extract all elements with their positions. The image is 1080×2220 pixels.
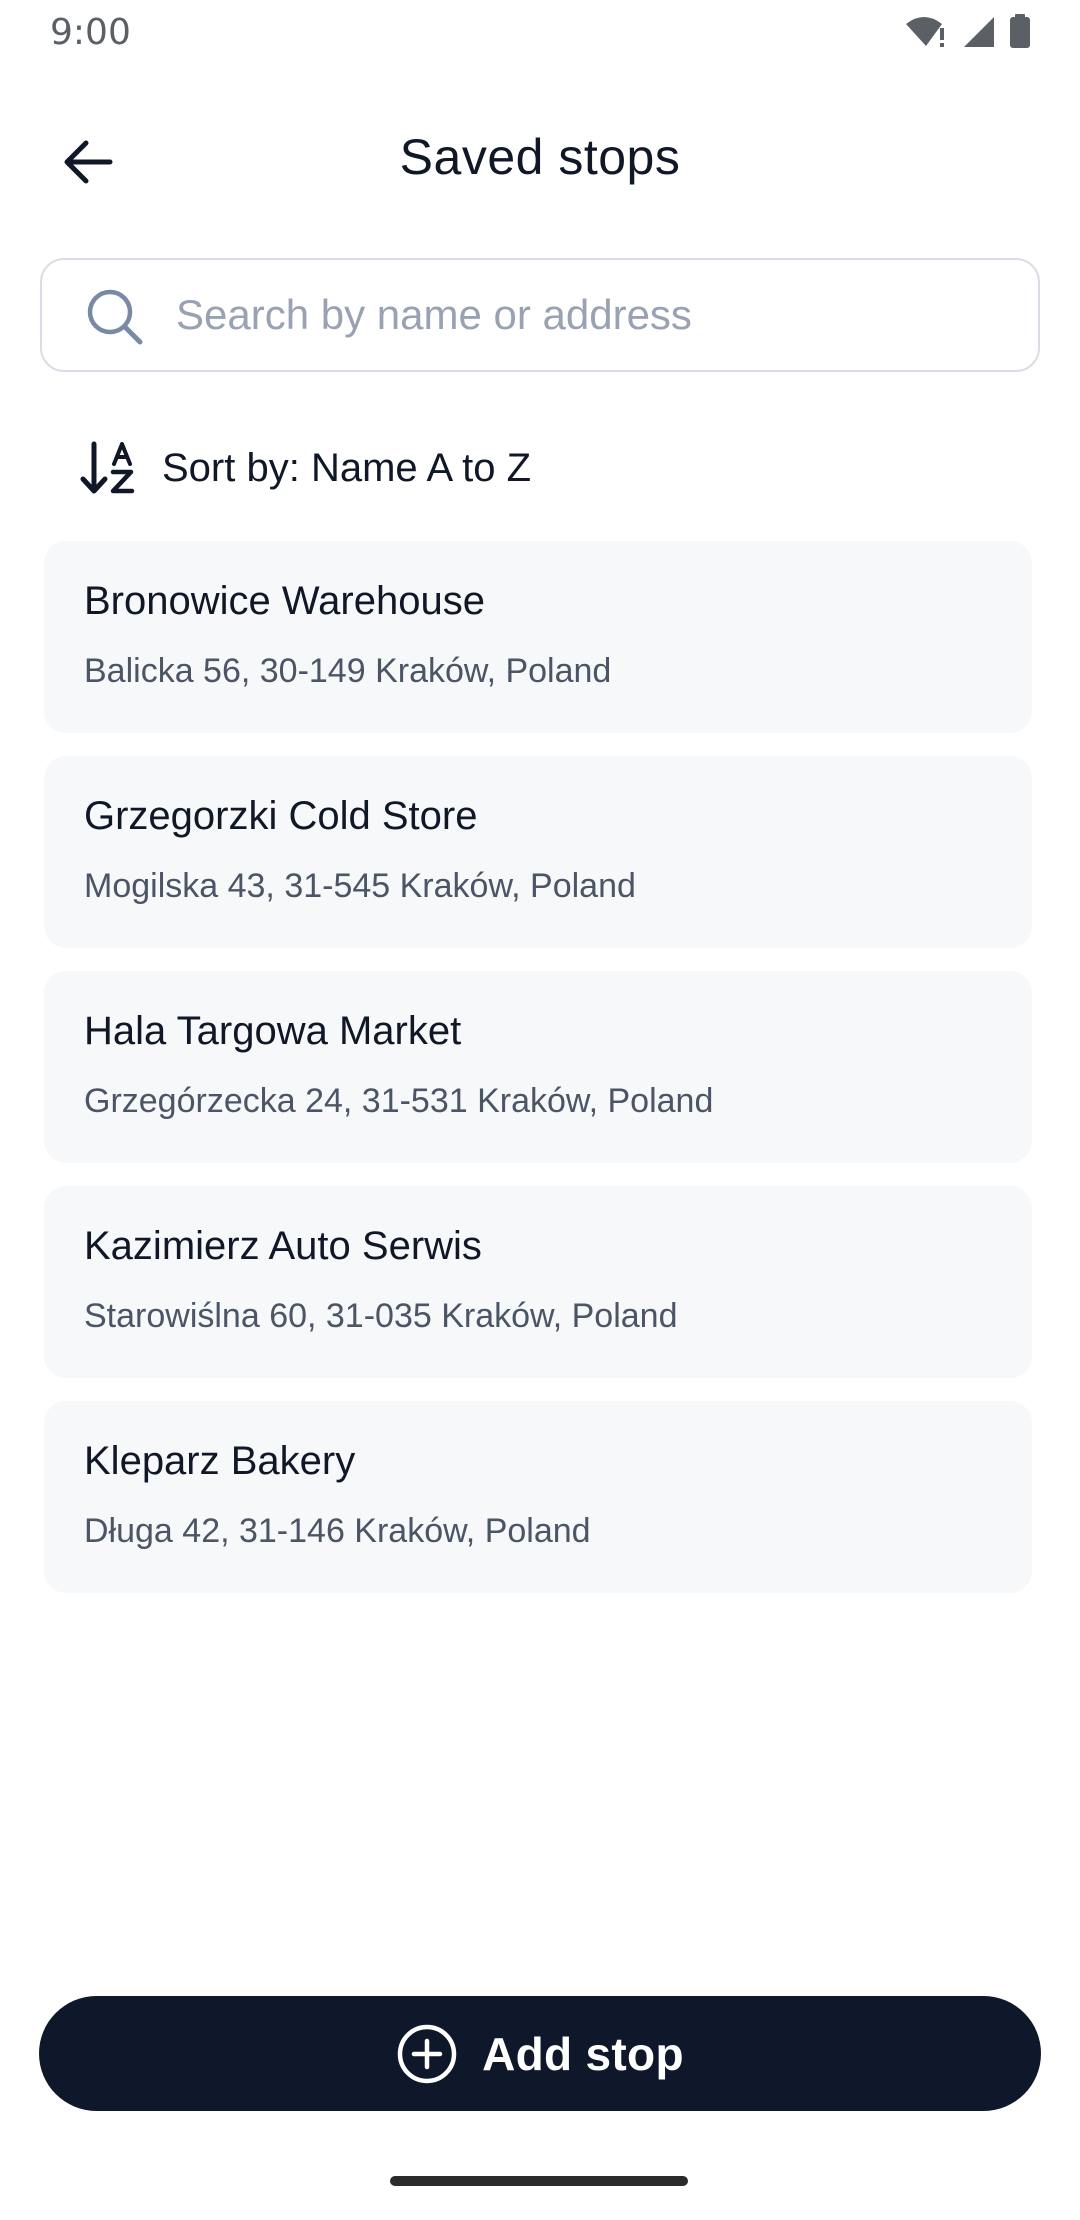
signal-icon: [960, 15, 996, 49]
sort-alpha-icon: [80, 441, 135, 494]
stop-address: Balicka 56, 30-149 Kraków, Poland: [84, 652, 612, 690]
stop-card[interactable]: Hala Targowa Market Grzegórzecka 24, 31-…: [44, 971, 1032, 1163]
status-icons: [904, 14, 1032, 50]
search-input[interactable]: [176, 260, 1008, 370]
stop-list: Bronowice Warehouse Balicka 56, 30-149 K…: [44, 541, 1032, 1616]
stop-card[interactable]: Kleparz Bakery Długa 42, 31-146 Kraków, …: [44, 1401, 1032, 1593]
stop-name: Hala Targowa Market: [84, 1009, 462, 1053]
stop-card[interactable]: Kazimierz Auto Serwis Starowiślna 60, 31…: [44, 1186, 1032, 1378]
stop-card[interactable]: Bronowice Warehouse Balicka 56, 30-149 K…: [44, 541, 1032, 733]
stop-card[interactable]: Grzegorzki Cold Store Mogilska 43, 31-54…: [44, 756, 1032, 948]
status-time: 9:00: [50, 12, 131, 53]
stop-name: Kazimierz Auto Serwis: [84, 1224, 482, 1268]
stop-name: Kleparz Bakery: [84, 1439, 356, 1483]
home-indicator[interactable]: [390, 2176, 688, 2186]
plus-circle-icon: [397, 2024, 457, 2083]
app-bar: Saved stops: [0, 110, 1080, 200]
stop-address: Mogilska 43, 31-545 Kraków, Poland: [84, 867, 636, 905]
stop-name: Bronowice Warehouse: [84, 579, 485, 623]
stop-address: Starowiślna 60, 31-035 Kraków, Poland: [84, 1297, 678, 1335]
wifi-alert-icon: [904, 14, 948, 50]
saved-stops-screen: 9:00 Saved stops Search by name or addre…: [0, 0, 1080, 2220]
sort-button[interactable]: Sort by: Name A to Z: [80, 440, 531, 496]
battery-icon: [1008, 14, 1032, 50]
status-bar: 9:00: [0, 0, 1080, 70]
add-stop-label: Add stop: [482, 2027, 684, 2080]
search-box[interactable]: [40, 258, 1040, 372]
stop-address: Długa 42, 31-146 Kraków, Poland: [84, 1512, 591, 1550]
sort-label: Sort by: Name A to Z: [162, 445, 532, 490]
page-title: Saved stops: [399, 129, 681, 185]
add-stop-button[interactable]: Add stop: [39, 1996, 1041, 2111]
stop-name: Grzegorzki Cold Store: [84, 794, 478, 838]
search-icon: [87, 289, 143, 345]
stop-address: Grzegórzecka 24, 31-531 Kraków, Poland: [84, 1082, 714, 1120]
